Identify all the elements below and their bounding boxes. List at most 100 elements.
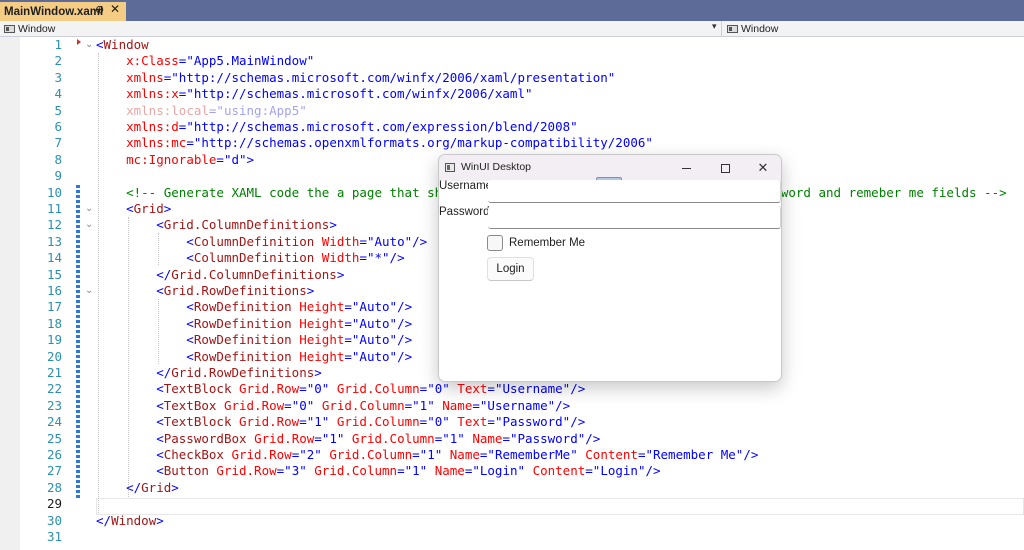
code-line[interactable]: </Window> [96, 513, 164, 529]
line-number: 10 [46, 184, 62, 200]
maximize-button[interactable] [711, 158, 739, 178]
login-button[interactable]: Login [487, 257, 534, 281]
code-line[interactable]: <ColumnDefinition Width="Auto"/> [96, 234, 427, 250]
code-token: = [314, 430, 322, 446]
code-line[interactable]: <Button Grid.Row="3" Grid.Column="1" Nam… [96, 463, 660, 479]
code-line[interactable]: </Grid> [96, 480, 179, 496]
line-number: 3 [54, 69, 62, 85]
code-token: Text [457, 414, 488, 430]
code-token: "Username" [494, 381, 571, 397]
code-token: "0" [427, 381, 450, 397]
code-line[interactable]: <RowDefinition Height="Auto"/> [96, 332, 412, 348]
code-line[interactable]: mc:Ignorable="d"> [96, 152, 254, 168]
code-token: < [96, 332, 194, 348]
code-token: Name [449, 447, 480, 462]
code-line[interactable]: <TextBlock Grid.Row="0" Grid.Column="0" … [96, 381, 585, 397]
code-token: = [299, 381, 307, 397]
code-token: "http://schemas.microsoft.com/winfx/2006… [186, 86, 533, 102]
code-token: "Auto" [351, 348, 398, 364]
code-token: "Auto" [366, 233, 413, 249]
code-token: Name [472, 430, 503, 446]
fold-toggle-icon[interactable]: ⌄ [85, 219, 93, 230]
code-line[interactable]: <TextBlock Grid.Row="1" Grid.Column="0" … [96, 414, 585, 430]
change-tracking-bar [76, 185, 80, 498]
code-token: < [96, 37, 104, 52]
code-line[interactable]: <Grid.RowDefinitions> [96, 283, 314, 299]
code-line[interactable]: xmlns:x="http://schemas.microsoft.com/wi… [96, 86, 533, 102]
member-scope-dropdown[interactable]: Window [725, 21, 1024, 36]
code-token: > [314, 365, 322, 380]
code-token: Height [299, 299, 345, 315]
fold-toggle-icon[interactable]: ⌄ [85, 203, 93, 214]
close-tab-icon[interactable]: ✕ [110, 2, 120, 16]
tab-mainwindow-xaml[interactable]: MainWindow.xaml ⊕ ✕ [0, 2, 126, 21]
line-number: 28 [46, 479, 62, 495]
code-token: < [96, 283, 164, 298]
code-line[interactable]: <ColumnDefinition Width="*"/> [96, 250, 404, 266]
code-token: Grid [141, 479, 172, 495]
code-line[interactable]: <Grid> [96, 201, 171, 217]
code-token: RowDefinition [193, 332, 292, 348]
code-line[interactable]: <RowDefinition Height="Auto"/> [96, 349, 412, 365]
code-line[interactable]: <PasswordBox Grid.Row="1" Grid.Column="1… [96, 431, 600, 447]
code-line[interactable]: xmlns:local="using:App5" [96, 103, 307, 119]
code-token: = [344, 348, 352, 364]
code-line[interactable]: </Grid.ColumnDefinitions> [96, 267, 344, 283]
code-line[interactable]: </Grid.RowDefinitions> [96, 365, 322, 381]
code-token: </ [96, 512, 112, 528]
fold-toggle-icon[interactable]: ⌄ [85, 285, 93, 296]
code-token: "1" [404, 463, 428, 479]
code-token: Name [442, 397, 473, 413]
code-token: TextBlock [163, 381, 232, 397]
code-line[interactable]: <TextBox Grid.Row="0" Grid.Column="1" Na… [96, 398, 570, 414]
line-number: 31 [46, 529, 62, 544]
code-line[interactable]: x:Class="App5.MainWindow" [96, 53, 314, 69]
code-line[interactable]: <CheckBox Grid.Row="2" Grid.Column="1" N… [96, 447, 758, 463]
code-token: "3" [284, 463, 307, 479]
code-token: PasswordBox [163, 430, 247, 446]
username-input[interactable] [488, 180, 781, 203]
password-input[interactable] [488, 206, 781, 229]
code-token: ="using:App5" [208, 102, 307, 118]
code-line[interactable]: <RowDefinition Height="Auto"/> [96, 316, 412, 332]
code-token: ColumnDefinition [193, 250, 315, 266]
code-token: Grid.Row [239, 414, 300, 430]
code-token: "0" [291, 397, 315, 413]
window-icon [727, 24, 738, 33]
code-token: /> [585, 430, 601, 446]
code-token: mc:Ignorable [126, 151, 217, 167]
code-token: Grid.Column [336, 414, 420, 430]
code-line[interactable]: xmlns="http://schemas.microsoft.com/winf… [96, 70, 615, 86]
type-scope-label: Window [18, 22, 56, 35]
code-token: Height [299, 332, 345, 348]
code-token: "1" [306, 414, 330, 430]
code-line[interactable]: xmlns:mc="http://schemas.openxmlformats.… [96, 135, 653, 151]
close-button[interactable]: ✕ [749, 158, 777, 178]
code-token: xmlns:mc [126, 135, 187, 151]
chevron-down-icon[interactable]: ▾ [712, 22, 717, 32]
code-token: RowDefinition [193, 348, 292, 364]
code-token: xmlns:d [126, 119, 179, 134]
breakpoint-marker-icon [77, 39, 81, 45]
code-line[interactable]: xmlns:d="http://schemas.microsoft.com/ex… [96, 119, 578, 135]
code-token: RowDefinition [193, 299, 292, 315]
code-token: Window [111, 512, 157, 528]
type-scope-dropdown[interactable]: Window ▾ [0, 21, 722, 36]
pin-icon[interactable]: ⊕ [95, 3, 104, 16]
line-number: 13 [46, 233, 62, 249]
minimize-button[interactable] [672, 158, 700, 178]
app-window-title: WinUI Desktop [461, 161, 532, 173]
code-line[interactable]: <Window [96, 37, 149, 53]
fold-toggle-icon[interactable]: ⌄ [85, 39, 93, 50]
code-token: = [585, 463, 593, 479]
code-token: "1" [412, 397, 435, 413]
remember-me-checkbox[interactable]: Remember Me [487, 235, 585, 251]
code-token: > [246, 151, 255, 167]
code-token: "App5.MainWindow" [186, 53, 315, 69]
code-token: "2" [299, 447, 322, 462]
code-line[interactable]: <RowDefinition Height="Auto"/> [96, 299, 412, 315]
code-line[interactable]: <Grid.ColumnDefinitions> [96, 217, 337, 233]
code-token: "RememberMe" [487, 447, 578, 462]
code-token: > [163, 201, 172, 216]
checkbox-box[interactable] [487, 235, 503, 251]
